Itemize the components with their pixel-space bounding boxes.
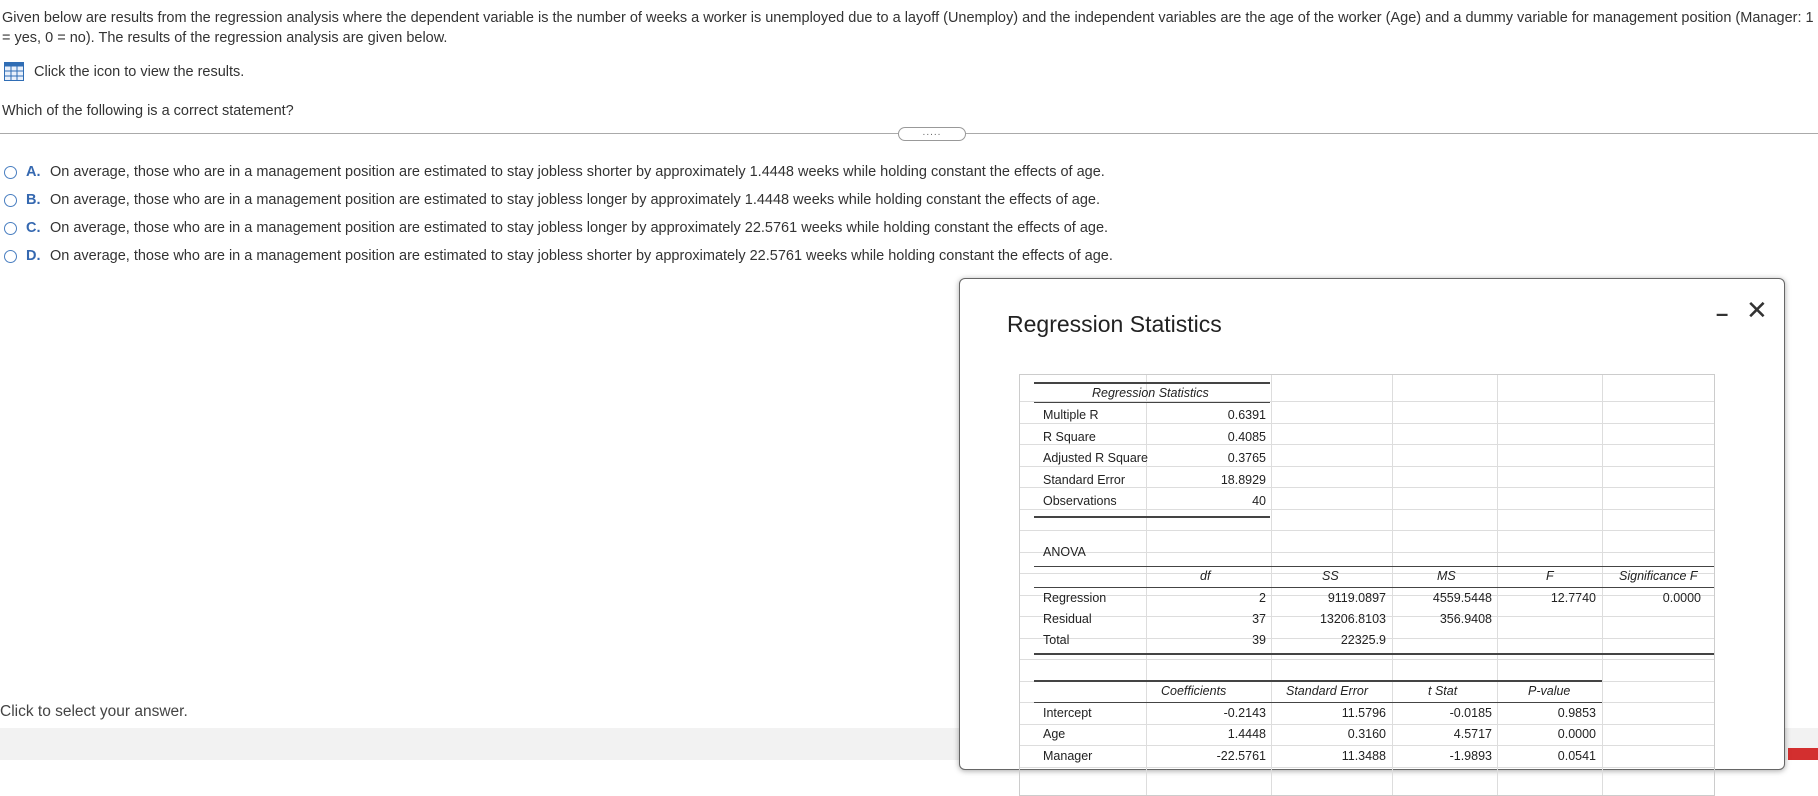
coef-header-coefficients: Coefficients [1161, 684, 1227, 698]
option-text: On average, those who are in a managemen… [50, 248, 1113, 264]
stat-label: Observations [1043, 494, 1117, 508]
stat-value: 0.4085 [1227, 430, 1266, 444]
anova-header-df: df [1200, 569, 1211, 583]
coef-row-label: Age [1043, 727, 1066, 741]
anova-header-ss: SS [1322, 569, 1339, 583]
coef-header-t-stat: t Stat [1428, 684, 1458, 698]
option-letter: A. [26, 164, 41, 180]
stat-value: 40 [1252, 494, 1266, 508]
anova-ms: 356.9408 [1439, 612, 1492, 626]
select-answer-prompt: Click to select your answer. [0, 703, 188, 720]
coef-se: 11.3488 [1341, 749, 1386, 763]
coef-header-standard-error: Standard Error [1286, 684, 1368, 698]
option-letter: B. [26, 192, 41, 208]
stats-header: Regression Statistics [1092, 386, 1209, 400]
anova-df: 37 [1252, 612, 1266, 626]
radio-button-d[interactable] [4, 249, 17, 263]
option-b[interactable]: B. On average, those who are in a manage… [4, 186, 1113, 214]
option-letter: D. [26, 248, 41, 264]
anova-label: ANOVA [1043, 545, 1086, 559]
question-intro: Given below are results from the regress… [2, 10, 1814, 46]
radio-button-b[interactable] [4, 193, 17, 207]
anova-f: 12.7740 [1550, 591, 1596, 605]
coef-header-p-value: P-value [1528, 684, 1571, 698]
anova-header-sig: Significance F [1619, 569, 1698, 583]
corner-badge [1788, 748, 1818, 760]
anova-row-label: Residual [1043, 612, 1092, 626]
close-icon[interactable]: ✕ [1746, 295, 1768, 326]
option-d[interactable]: D. On average, those who are in a manage… [4, 242, 1113, 270]
coef-t: 4.5717 [1453, 727, 1492, 741]
coef-se: 11.5796 [1341, 706, 1386, 720]
coef-t: -1.9893 [1449, 749, 1492, 763]
anova-sig: 0.0000 [1662, 591, 1701, 605]
coef-row-label: Intercept [1043, 706, 1092, 720]
coef-value: -0.2143 [1223, 706, 1266, 720]
anova-df: 39 [1252, 633, 1266, 647]
view-results-label[interactable]: Click the icon to view the results. [34, 64, 244, 80]
table-grid-icon[interactable] [4, 62, 24, 81]
view-results-row[interactable]: Click the icon to view the results. [4, 62, 244, 81]
stat-label: Standard Error [1043, 473, 1125, 487]
stat-label: Multiple R [1043, 408, 1099, 422]
coef-p: 0.0000 [1557, 727, 1596, 741]
option-c[interactable]: C. On average, those who are in a manage… [4, 214, 1113, 242]
stat-label: Adjusted R Square [1043, 451, 1148, 465]
answer-options: A. On average, those who are in a manage… [4, 158, 1113, 270]
stat-value: 0.6391 [1227, 408, 1266, 422]
option-a[interactable]: A. On average, those who are in a manage… [4, 158, 1113, 186]
regression-output-table: Regression Statistics Multiple R 0.6391 … [1019, 374, 1715, 796]
anova-header-f: F [1546, 569, 1554, 583]
coef-p: 0.0541 [1557, 749, 1596, 763]
anova-ss: 22325.9 [1340, 633, 1386, 647]
anova-row-label: Total [1043, 633, 1070, 647]
option-letter: C. [26, 220, 41, 236]
stat-value: 18.8929 [1220, 473, 1266, 487]
minimize-icon[interactable]: – [1716, 301, 1728, 327]
anova-ss: 13206.8103 [1319, 612, 1386, 626]
pane-resize-handle[interactable]: ..... [898, 127, 966, 141]
dialog-title: Regression Statistics [1007, 311, 1222, 337]
coef-value: -22.5761 [1216, 749, 1266, 763]
anova-row-label: Regression [1043, 591, 1107, 605]
stat-label: R Square [1043, 430, 1096, 444]
anova-ss: 9119.0897 [1327, 591, 1386, 605]
coef-se: 0.3160 [1347, 727, 1386, 741]
anova-ms: 4559.5448 [1432, 591, 1492, 605]
radio-button-c[interactable] [4, 221, 17, 235]
anova-header-ms: MS [1437, 569, 1456, 583]
stat-value: 0.3765 [1227, 451, 1266, 465]
option-text: On average, those who are in a managemen… [50, 220, 1109, 236]
coef-p: 0.9853 [1557, 706, 1596, 720]
results-dialog: Regression Statistics – ✕ Regression Sta… [959, 278, 1785, 796]
option-text: On average, those who are in a managemen… [50, 192, 1100, 208]
anova-df: 2 [1259, 591, 1266, 605]
coef-row-label: Manager [1043, 749, 1093, 763]
coef-value: 1.4448 [1227, 727, 1266, 741]
option-text: On average, those who are in a managemen… [50, 164, 1105, 180]
coef-t: -0.0185 [1449, 706, 1492, 720]
radio-button-a[interactable] [4, 165, 17, 179]
question-text: Which of the following is a correct stat… [2, 103, 294, 119]
